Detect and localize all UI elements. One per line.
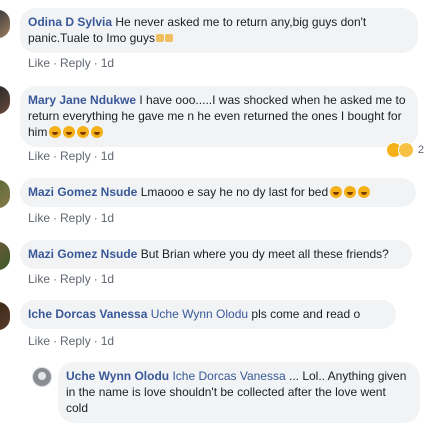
like-link[interactable]: Like bbox=[28, 211, 50, 225]
like-link[interactable]: Like bbox=[28, 149, 50, 163]
comment-author[interactable]: Odina D Sylvia bbox=[28, 15, 112, 29]
reply-link[interactable]: Reply bbox=[60, 56, 91, 70]
reply-bubble: Uche Wynn Olodu Iche Dorcas Vanessa ... … bbox=[58, 362, 420, 423]
laughing-emoji-icon bbox=[63, 126, 76, 138]
reaction-count: 2 bbox=[417, 144, 424, 156]
laughing-emoji-icon bbox=[344, 186, 357, 198]
comment-bubble: Odina D Sylvia He never asked me to retu… bbox=[20, 8, 418, 53]
avatar[interactable] bbox=[0, 180, 10, 208]
avatar[interactable] bbox=[0, 10, 10, 38]
comment-actions: Like · Reply · 1d bbox=[28, 149, 115, 163]
like-link[interactable]: Like bbox=[28, 56, 50, 70]
timestamp[interactable]: 1d bbox=[101, 211, 114, 225]
comment-bubble: Mazi Gomez Nsude But Brian where you dy … bbox=[20, 240, 412, 269]
comment-text: But Brian where you dy meet all these fr… bbox=[140, 247, 389, 261]
comment-author[interactable]: Mazi Gomez Nsude bbox=[28, 185, 137, 199]
reply-link[interactable]: Reply bbox=[60, 149, 91, 163]
laughing-emoji-icon bbox=[49, 126, 62, 138]
comment-text: pls come and read o bbox=[251, 307, 361, 321]
timestamp[interactable]: 1d bbox=[101, 334, 114, 348]
comment-author[interactable]: Mazi Gomez Nsude bbox=[28, 247, 137, 261]
wow-reaction-icon bbox=[397, 142, 414, 158]
like-link[interactable]: Like bbox=[28, 334, 50, 348]
comment-actions: Like · Reply · 1d bbox=[28, 334, 115, 348]
emoji-icon bbox=[155, 34, 164, 42]
reply-avatar[interactable] bbox=[32, 367, 52, 387]
comment-text: Lmaooo e say he no dy last for bed bbox=[140, 185, 329, 199]
reaction-summary[interactable]: 2 bbox=[385, 142, 424, 158]
laughing-emoji-icon bbox=[358, 186, 371, 198]
comment-actions: Like · Reply · 1d bbox=[28, 272, 115, 286]
reply-link[interactable]: Reply bbox=[60, 334, 91, 348]
laughing-emoji-icon bbox=[91, 126, 104, 138]
laughing-emoji-icon bbox=[77, 126, 90, 138]
reply-author[interactable]: Uche Wynn Olodu bbox=[66, 369, 169, 383]
timestamp[interactable]: 1d bbox=[101, 149, 114, 163]
timestamp[interactable]: 1d bbox=[101, 272, 114, 286]
laughing-emoji-icon bbox=[330, 186, 343, 198]
timestamp[interactable]: 1d bbox=[101, 56, 114, 70]
avatar[interactable] bbox=[0, 86, 10, 114]
mention-link[interactable]: Iche Dorcas Vanessa bbox=[172, 369, 285, 383]
like-link[interactable]: Like bbox=[28, 272, 50, 286]
mention-link[interactable]: Uche Wynn Olodu bbox=[151, 307, 248, 321]
comment-actions: Like · Reply · 1d bbox=[28, 211, 115, 225]
comment-author[interactable]: Mary Jane Ndukwe bbox=[28, 93, 136, 107]
comment-actions: Like · Reply · 1d bbox=[28, 56, 115, 70]
comment-bubble: Iche Dorcas Vanessa Uche Wynn Olodu pls … bbox=[20, 300, 396, 329]
emoji-icon bbox=[164, 34, 173, 42]
avatar[interactable] bbox=[0, 302, 10, 330]
reply-link[interactable]: Reply bbox=[60, 272, 91, 286]
avatar[interactable] bbox=[0, 242, 10, 270]
comment-author[interactable]: Iche Dorcas Vanessa bbox=[28, 307, 147, 321]
comment-bubble: Mary Jane Ndukwe I have ooo.....I was sh… bbox=[20, 86, 418, 147]
reply-link[interactable]: Reply bbox=[60, 211, 91, 225]
comment-bubble: Mazi Gomez Nsude Lmaooo e say he no dy l… bbox=[20, 178, 416, 207]
